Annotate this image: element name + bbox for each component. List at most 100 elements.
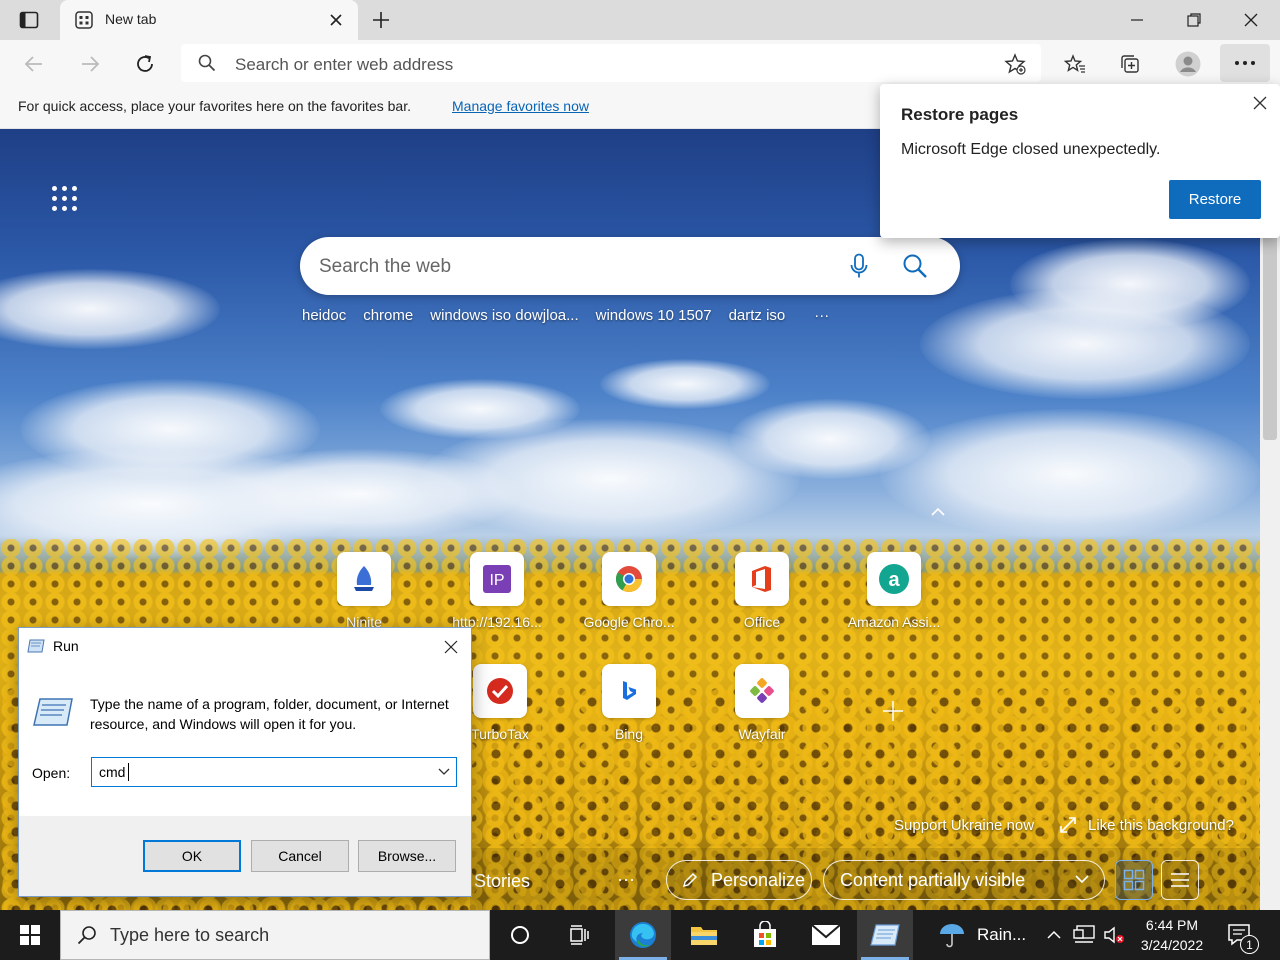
- text-cursor: [128, 763, 129, 781]
- taskbar-edge[interactable]: [615, 910, 671, 960]
- grid-layout-button[interactable]: [1115, 860, 1153, 900]
- more-options-dots[interactable]: ···: [617, 869, 635, 890]
- collapse-chevron-icon[interactable]: [928, 504, 948, 520]
- manage-favorites-link[interactable]: Manage favorites now: [452, 98, 589, 114]
- taskbar-search-box[interactable]: Type here to search: [60, 910, 490, 960]
- umbrella-icon: [938, 921, 966, 949]
- close-popup-icon[interactable]: [1250, 93, 1270, 113]
- suggestion-item[interactable]: chrome: [363, 307, 413, 324]
- show-hidden-icons-chevron[interactable]: [1044, 925, 1064, 945]
- bing-icon: [602, 664, 656, 718]
- run-dialog-description: Type the name of a program, folder, docu…: [90, 696, 449, 732]
- taskbar-clock[interactable]: 6:44 PM 3/24/2022: [1136, 915, 1208, 955]
- network-icon[interactable]: [1072, 924, 1096, 946]
- quick-link-tile[interactable]: a Amazon Assi...: [824, 552, 964, 662]
- expand-arrows-icon[interactable]: [1058, 815, 1078, 835]
- new-tab-plus-icon[interactable]: [370, 9, 392, 31]
- search-submit-icon[interactable]: [901, 252, 929, 280]
- taskbar-run[interactable]: [857, 910, 913, 960]
- task-view-icon: [569, 925, 591, 945]
- open-input-value[interactable]: cmd: [99, 764, 125, 780]
- taskbar-search-icon: [77, 925, 97, 945]
- web-search-placeholder: Search the web: [319, 256, 452, 277]
- favorites-icon[interactable]: [1063, 52, 1087, 76]
- forward-arrow-icon[interactable]: [78, 52, 102, 76]
- minimize-icon[interactable]: [1125, 10, 1149, 30]
- start-button[interactable]: [2, 910, 58, 960]
- tab-new-tab[interactable]: New tab: [60, 0, 358, 40]
- windows-taskbar: Type here to search Rain... 6:44 PM 3/24…: [0, 910, 1280, 960]
- add-quick-link-plus-icon[interactable]: [881, 699, 905, 723]
- restore-window-icon[interactable]: [1182, 10, 1206, 30]
- restore-popup-title: Restore pages: [901, 105, 1019, 124]
- content-visibility-dropdown[interactable]: Content partially visible: [823, 860, 1105, 900]
- suggestion-item[interactable]: dartz iso: [729, 307, 786, 324]
- open-combobox[interactable]: cmd: [91, 757, 457, 787]
- cortana-button[interactable]: [492, 910, 548, 960]
- office-icon: [735, 552, 789, 606]
- ok-button[interactable]: OK: [143, 840, 241, 872]
- close-window-icon[interactable]: [1239, 10, 1263, 30]
- app-launcher-icon[interactable]: [52, 186, 78, 212]
- list-layout-button[interactable]: [1161, 860, 1199, 900]
- tab-actions-icon[interactable]: [18, 9, 40, 31]
- chevron-down-icon: [1074, 873, 1090, 885]
- back-arrow-icon[interactable]: [22, 52, 46, 76]
- browse-button[interactable]: Browse...: [358, 840, 456, 872]
- suggestions-more[interactable]: ···: [814, 307, 829, 324]
- run-app-icon: [27, 638, 45, 654]
- content-visibility-label: Content partially visible: [840, 869, 1026, 890]
- run-program-icon: [32, 696, 74, 728]
- folder-icon: [690, 923, 718, 947]
- close-tab-icon[interactable]: [328, 12, 344, 28]
- collections-icon[interactable]: [1118, 52, 1142, 76]
- quick-link-tile[interactable]: Google Chro...: [559, 552, 699, 662]
- taskbar-weather[interactable]: Rain...: [928, 910, 1028, 960]
- like-background-link[interactable]: Like this background?: [1088, 817, 1234, 834]
- quick-link-tile[interactable]: Bing: [559, 664, 699, 774]
- tile-label: Office: [743, 614, 781, 630]
- taskbar-mail[interactable]: [798, 910, 854, 960]
- tile-label: Bing: [614, 726, 644, 742]
- profile-avatar-icon[interactable]: [1174, 50, 1202, 78]
- pencil-icon: [681, 871, 699, 889]
- run-dialog-title: Run: [53, 638, 79, 654]
- microphone-icon[interactable]: [848, 252, 870, 280]
- add-favorite-star-icon[interactable]: [1003, 52, 1027, 76]
- search-suggestions: heidoc chrome windows iso dowjloa... win…: [302, 307, 846, 324]
- cancel-button[interactable]: Cancel: [251, 840, 349, 872]
- suggestion-item[interactable]: windows 10 1507: [596, 307, 712, 324]
- open-label: Open:: [32, 765, 71, 781]
- amazon-assistant-icon: a: [867, 552, 921, 606]
- taskbar-file-explorer[interactable]: [676, 910, 732, 960]
- support-ukraine-link[interactable]: Support Ukraine now: [894, 817, 1034, 834]
- web-search-box[interactable]: Search the web: [300, 237, 960, 295]
- mail-icon: [811, 924, 841, 946]
- clock-date: 3/24/2022: [1140, 937, 1204, 953]
- address-bar[interactable]: Search or enter web address: [181, 44, 1041, 82]
- task-view-button[interactable]: [552, 910, 608, 960]
- ip-site-icon: IP: [470, 552, 524, 606]
- taskbar-microsoft-store[interactable]: [737, 910, 793, 960]
- ninite-icon: [337, 552, 391, 606]
- personalize-button[interactable]: Personalize: [666, 860, 812, 900]
- tile-label: Google Chro...: [583, 614, 675, 630]
- cloud: [0, 269, 220, 349]
- run-dialog-titlebar[interactable]: Run: [19, 628, 471, 665]
- svg-text:a: a: [888, 569, 900, 591]
- quick-link-tile[interactable]: Wayfair: [692, 664, 832, 774]
- quick-link-tile[interactable]: Office: [692, 552, 832, 662]
- notification-count: 1: [1246, 937, 1253, 952]
- suggestion-item[interactable]: windows iso dowjloa...: [430, 307, 578, 324]
- dropdown-chevron-icon[interactable]: [438, 768, 450, 776]
- cortana-circle-icon: [510, 925, 530, 945]
- restore-button[interactable]: Restore: [1169, 180, 1261, 219]
- suggestion-item[interactable]: heidoc: [302, 307, 346, 324]
- volume-muted-icon[interactable]: [1102, 924, 1126, 946]
- cloud: [200, 449, 520, 539]
- list-layout-icon: [1170, 871, 1190, 889]
- tab-title: New tab: [105, 11, 157, 27]
- settings-and-more-button[interactable]: [1220, 44, 1270, 82]
- close-run-dialog-icon[interactable]: [439, 636, 463, 658]
- refresh-icon[interactable]: [133, 52, 157, 76]
